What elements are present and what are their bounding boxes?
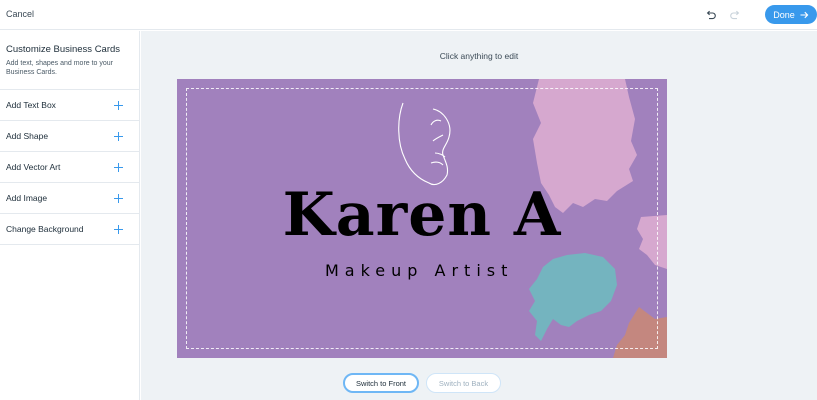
top-bar: Cancel Done <box>0 0 817 30</box>
switch-to-back-button[interactable]: Switch to Back <box>426 373 501 393</box>
done-button[interactable]: Done <box>765 5 817 24</box>
sidebar-item-add-vector-art[interactable]: Add Vector Art <box>0 152 139 183</box>
sidebar-item-add-text-box[interactable]: Add Text Box <box>0 90 139 121</box>
card-role-text[interactable]: Makeup Artist <box>325 261 513 281</box>
redo-icon[interactable] <box>727 7 743 23</box>
done-label: Done <box>773 9 795 20</box>
sidebar-item-label: Add Image <box>6 193 48 203</box>
sidebar-item-change-background[interactable]: Change Background <box>0 214 139 245</box>
plus-icon[interactable] <box>114 100 123 110</box>
plus-icon[interactable] <box>114 224 123 234</box>
sidebar-item-label: Change Background <box>6 224 84 234</box>
canvas-area: Click anything to edit Karen A Makeup Ar… <box>141 31 817 400</box>
sidebar: Customize Business Cards Add text, shape… <box>0 31 140 400</box>
business-card[interactable]: Karen A Makeup Artist <box>177 79 667 358</box>
plus-icon[interactable] <box>114 162 123 172</box>
sidebar-menu: Add Text Box Add Shape Add Vector Art Ad… <box>0 89 139 245</box>
plus-icon[interactable] <box>114 131 123 141</box>
arrow-right-icon <box>800 11 809 18</box>
cancel-button[interactable]: Cancel <box>6 9 34 19</box>
sidebar-subtitle: Add text, shapes and more to your Busine… <box>6 60 114 76</box>
sidebar-title: Customize Business Cards <box>6 44 121 55</box>
switch-to-front-button[interactable]: Switch to Front <box>343 373 419 393</box>
sidebar-item-add-image[interactable]: Add Image <box>0 183 139 214</box>
edit-hint: Click anything to edit <box>439 51 519 61</box>
sidebar-item-label: Add Shape <box>6 131 49 141</box>
undo-icon[interactable] <box>703 7 719 23</box>
sidebar-item-label: Add Vector Art <box>6 162 61 172</box>
plus-icon[interactable] <box>114 193 123 203</box>
sidebar-item-add-shape[interactable]: Add Shape <box>0 121 139 152</box>
card-name-text[interactable]: Karen A <box>177 179 667 251</box>
sidebar-item-label: Add Text Box <box>6 100 56 110</box>
